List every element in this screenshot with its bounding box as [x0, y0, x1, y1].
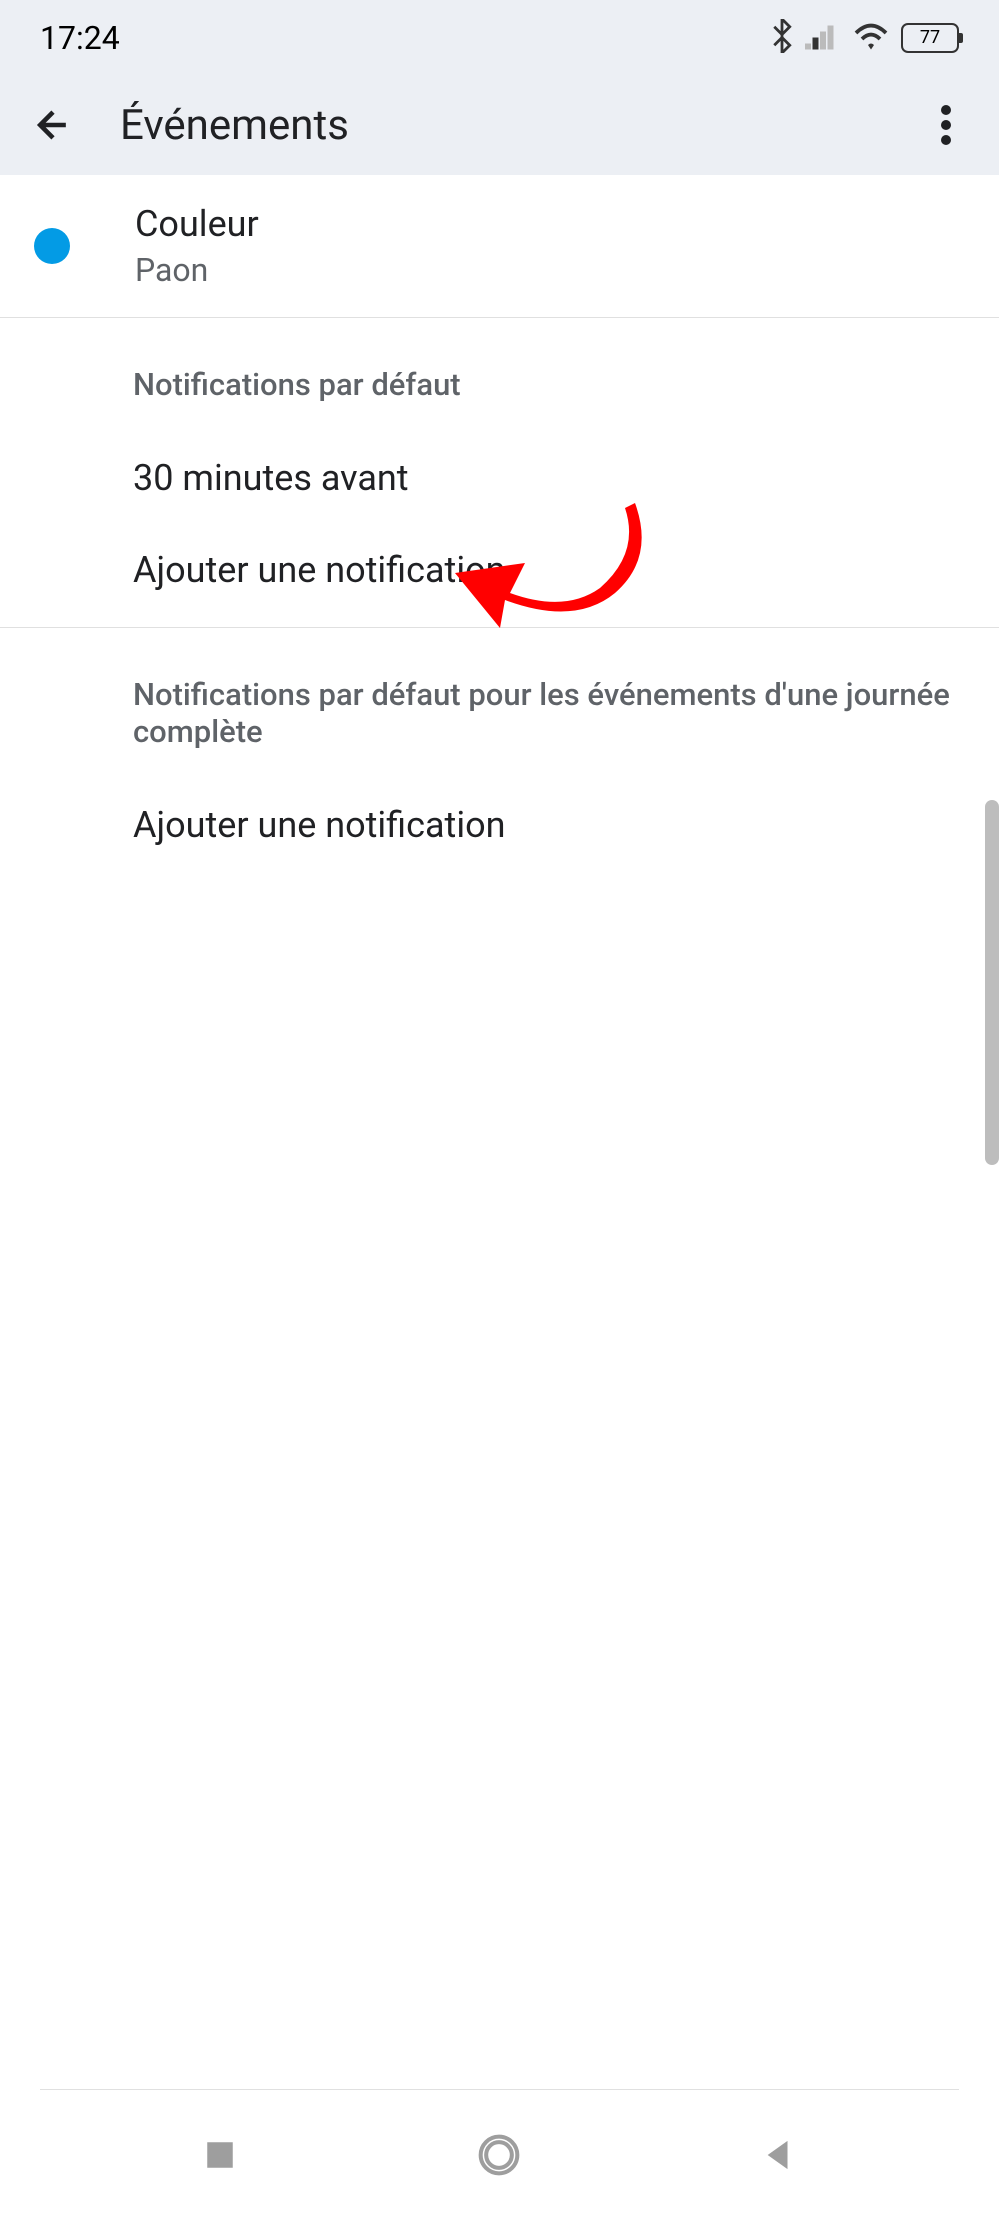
home-button[interactable] — [469, 2125, 529, 2185]
battery-level: 77 — [920, 27, 940, 48]
add-all-day-notification-button[interactable]: Ajouter une notification — [0, 780, 999, 882]
battery-icon: 77 — [901, 23, 959, 53]
color-swatch-icon — [34, 228, 70, 264]
status-time: 17:24 — [40, 19, 120, 57]
color-value: Paon — [135, 251, 259, 289]
default-notifications-header: Notifications par défaut — [0, 318, 999, 433]
default-notifications-section: Notifications par défaut 30 minutes avan… — [0, 318, 999, 628]
content-area: Couleur Paon Notifications par défaut 30… — [0, 175, 999, 882]
color-setting-row[interactable]: Couleur Paon — [0, 175, 999, 318]
recent-apps-button[interactable] — [190, 2125, 250, 2185]
page-title: Événements — [120, 101, 879, 150]
color-label: Couleur — [135, 203, 259, 245]
back-button[interactable] — [28, 100, 78, 150]
color-text-group: Couleur Paon — [135, 203, 259, 289]
signal-icon — [805, 22, 841, 54]
more-menu-button[interactable] — [921, 100, 971, 150]
bluetooth-icon — [771, 19, 793, 57]
status-bar: 17:24 77 — [0, 0, 999, 75]
notification-item[interactable]: 30 minutes avant — [0, 433, 999, 525]
scrollbar[interactable] — [985, 800, 999, 1165]
wifi-icon — [853, 22, 889, 54]
navigation-bar — [0, 2090, 999, 2220]
all-day-notifications-section: Notifications par défaut pour les événem… — [0, 628, 999, 882]
app-bar: Événements — [0, 75, 999, 175]
back-nav-button[interactable] — [749, 2125, 809, 2185]
all-day-notifications-header: Notifications par défaut pour les événem… — [0, 628, 999, 780]
add-notification-button[interactable]: Ajouter une notification — [0, 525, 999, 627]
status-icons-group: 77 — [771, 19, 959, 57]
